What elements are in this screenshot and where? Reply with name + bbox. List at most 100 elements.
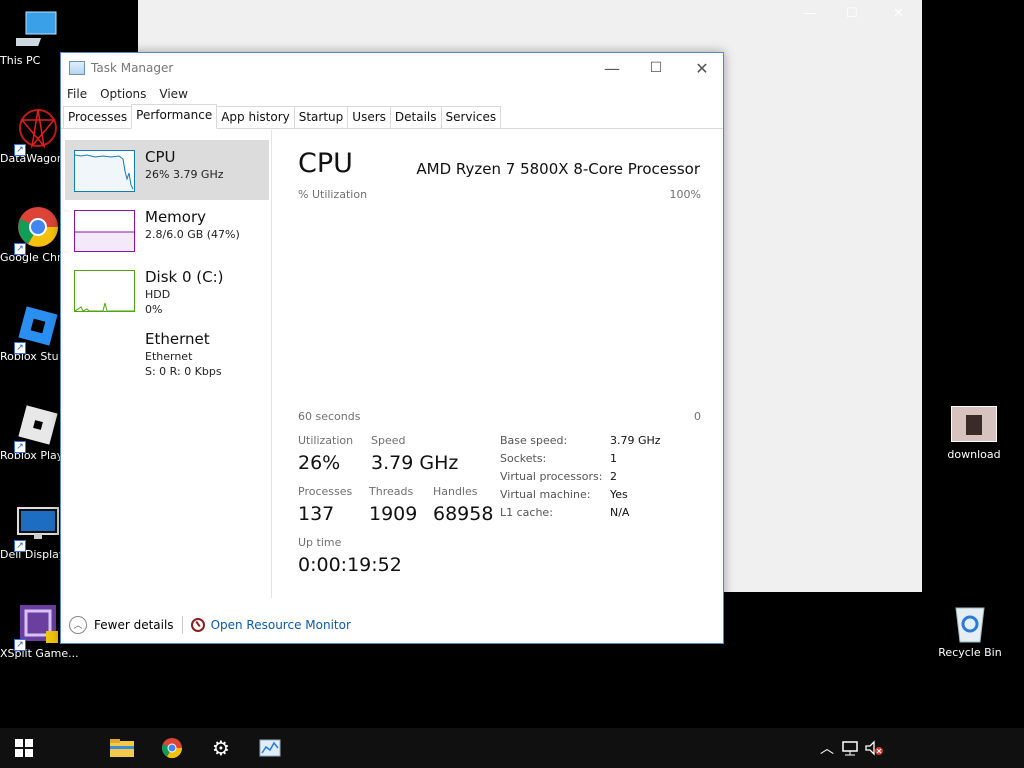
spec-l1-cache-label: L1 cache: [500, 506, 553, 519]
stat-utilization-label: Utilization [298, 434, 354, 447]
sidebar-item-detail: S: 0 R: 0 Kbps [145, 365, 222, 378]
maximize-icon[interactable]: ☐ [846, 6, 858, 21]
xsplit-icon: ↗ [14, 601, 60, 651]
maximize-icon: ☐ [649, 60, 663, 76]
sidebar-item-cpu[interactable]: CPU 26% 3.79 GHz [65, 140, 269, 200]
stat-threads-value: 1909 [369, 503, 418, 525]
page-title: CPU [298, 148, 353, 179]
sidebar-item-detail: Ethernet [145, 350, 193, 363]
chevron-up-icon[interactable]: ︿ [69, 615, 87, 634]
sidebar-item-detail: 26% 3.79 GHz [145, 168, 224, 181]
spec-l1-cache-value: N/A [610, 506, 630, 519]
show-hidden-icons-button[interactable]: ︿ [815, 736, 839, 760]
start-button[interactable] [12, 736, 36, 760]
gear-icon: ⚙ [212, 736, 230, 760]
cpu-detail-panel: CPU AMD Ryzen 7 5800X 8-Core Processor %… [298, 130, 710, 600]
roblox-studio-icon: ↗ [14, 304, 60, 354]
dell-display-icon: ↗ [14, 502, 60, 552]
sidebar-item-memory[interactable]: Memory 2.8/6.0 GB (47%) [65, 200, 269, 260]
network-icon [842, 741, 858, 756]
disk-thumbnail-graph [74, 270, 135, 312]
graph-time-label: 60 seconds [298, 410, 361, 423]
task-manager-icon [69, 61, 85, 75]
menu-bar: File Options View [61, 83, 723, 105]
sidebar-item-disk[interactable]: Disk 0 (C:) HDD 0% [65, 260, 269, 320]
stat-speed-value: 3.79 GHz [371, 452, 459, 474]
desktop-icon-download[interactable]: download [934, 406, 1014, 462]
footer-divider [181, 615, 183, 634]
minimize-icon[interactable]: — [803, 6, 816, 21]
chevron-up-icon: ︿ [820, 741, 834, 757]
spec-sockets-value: 1 [610, 452, 617, 465]
sidebar-item-name: Disk 0 (C:) [145, 268, 224, 286]
minimize-icon: — [604, 58, 620, 78]
desktop-icon-recycle-bin[interactable]: Recycle Bin [930, 602, 1010, 660]
taskbar-chrome[interactable] [160, 736, 184, 760]
tab-startup[interactable]: Startup [293, 106, 349, 128]
stat-processes-value: 137 [298, 503, 335, 525]
taskbar-file-explorer[interactable] [110, 736, 134, 760]
window-title: Task Manager [91, 61, 174, 75]
close-button[interactable]: ✕ [679, 53, 725, 83]
tab-details[interactable]: Details [389, 106, 442, 128]
sidebar-item-name: CPU [145, 148, 176, 166]
desktop-icon-label: download [947, 448, 1001, 461]
sidebar-item-detail: 2.8/6.0 GB (47%) [145, 228, 240, 241]
tab-processes[interactable]: Processes [63, 106, 133, 128]
stat-handles-label: Handles [433, 485, 478, 498]
task-manager-window: Task Manager — ☐ ✕ File Options View Pro… [60, 52, 724, 644]
sidebar-item-ethernet[interactable]: Ethernet Ethernet S: 0 R: 0 Kbps [65, 326, 269, 386]
tab-app-history[interactable]: App history [216, 106, 295, 128]
cpu-thumbnail-graph [74, 150, 135, 192]
sidebar-item-detail: 0% [145, 303, 163, 316]
cpu-utilization-graph [298, 206, 701, 406]
stat-uptime-label: Up time [298, 536, 342, 549]
sidebar-item-detail: HDD [145, 288, 171, 301]
tab-users[interactable]: Users [347, 106, 391, 128]
resource-monitor-icon [190, 617, 205, 632]
spec-virtual-processors-value: 2 [610, 470, 617, 483]
spec-base-speed-value: 3.79 GHz [610, 434, 661, 447]
tab-strip: Processes Performance App history Startu… [61, 104, 723, 129]
spec-virtual-processors-label: Virtual processors: [500, 470, 603, 483]
datawagon-icon: ↗ [14, 106, 60, 156]
taskbar: ⚙ ︿ [0, 728, 1024, 768]
this-pc-icon [6, 8, 60, 52]
desktop-icon-label: XSplit Game... [0, 647, 79, 660]
spec-base-speed-label: Base speed: [500, 434, 568, 447]
sidebar-item-name: Ethernet [145, 330, 210, 348]
stat-uptime-value: 0:00:19:52 [298, 554, 402, 576]
recycle-bin-icon [950, 602, 990, 644]
volume-status[interactable] [862, 736, 886, 760]
minimize-button[interactable]: — [589, 53, 635, 83]
stat-threads-label: Threads [369, 485, 414, 498]
menu-file[interactable]: File [67, 87, 87, 101]
tab-services[interactable]: Services [440, 106, 502, 128]
footer-bar: ︿ Fewer details Open Resource Monitor [61, 609, 723, 639]
close-icon: ✕ [695, 58, 709, 78]
open-resource-monitor-link[interactable]: Open Resource Monitor [211, 618, 351, 632]
roblox-player-icon: ↗ [14, 403, 60, 453]
maximize-button[interactable]: ☐ [633, 53, 679, 83]
stat-handles-value: 68958 [433, 503, 494, 525]
menu-options[interactable]: Options [100, 87, 146, 101]
image-file-icon [951, 406, 997, 442]
chrome-icon: ↗ [14, 205, 60, 255]
spec-virtual-machine-value: Yes [610, 488, 628, 501]
tab-performance[interactable]: Performance [131, 104, 218, 129]
stat-utilization-value: 26% [298, 452, 341, 474]
graph-max-label: 100% [669, 188, 701, 201]
task-manager-icon [259, 739, 281, 757]
network-status[interactable] [838, 736, 862, 760]
speaker-muted-icon [865, 740, 883, 756]
stat-processes-label: Processes [298, 485, 353, 498]
sidebar-item-name: Memory [145, 208, 207, 226]
menu-view[interactable]: View [159, 87, 187, 101]
taskbar-settings[interactable]: ⚙ [209, 736, 233, 760]
fewer-details-link[interactable]: Fewer details [94, 618, 174, 632]
close-icon[interactable]: ✕ [893, 6, 904, 21]
taskbar-task-manager[interactable] [258, 736, 282, 760]
utilization-axis-label: % Utilization [298, 188, 368, 201]
cpu-model-name: AMD Ryzen 7 5800X 8-Core Processor [416, 160, 700, 178]
chrome-icon [162, 738, 183, 759]
